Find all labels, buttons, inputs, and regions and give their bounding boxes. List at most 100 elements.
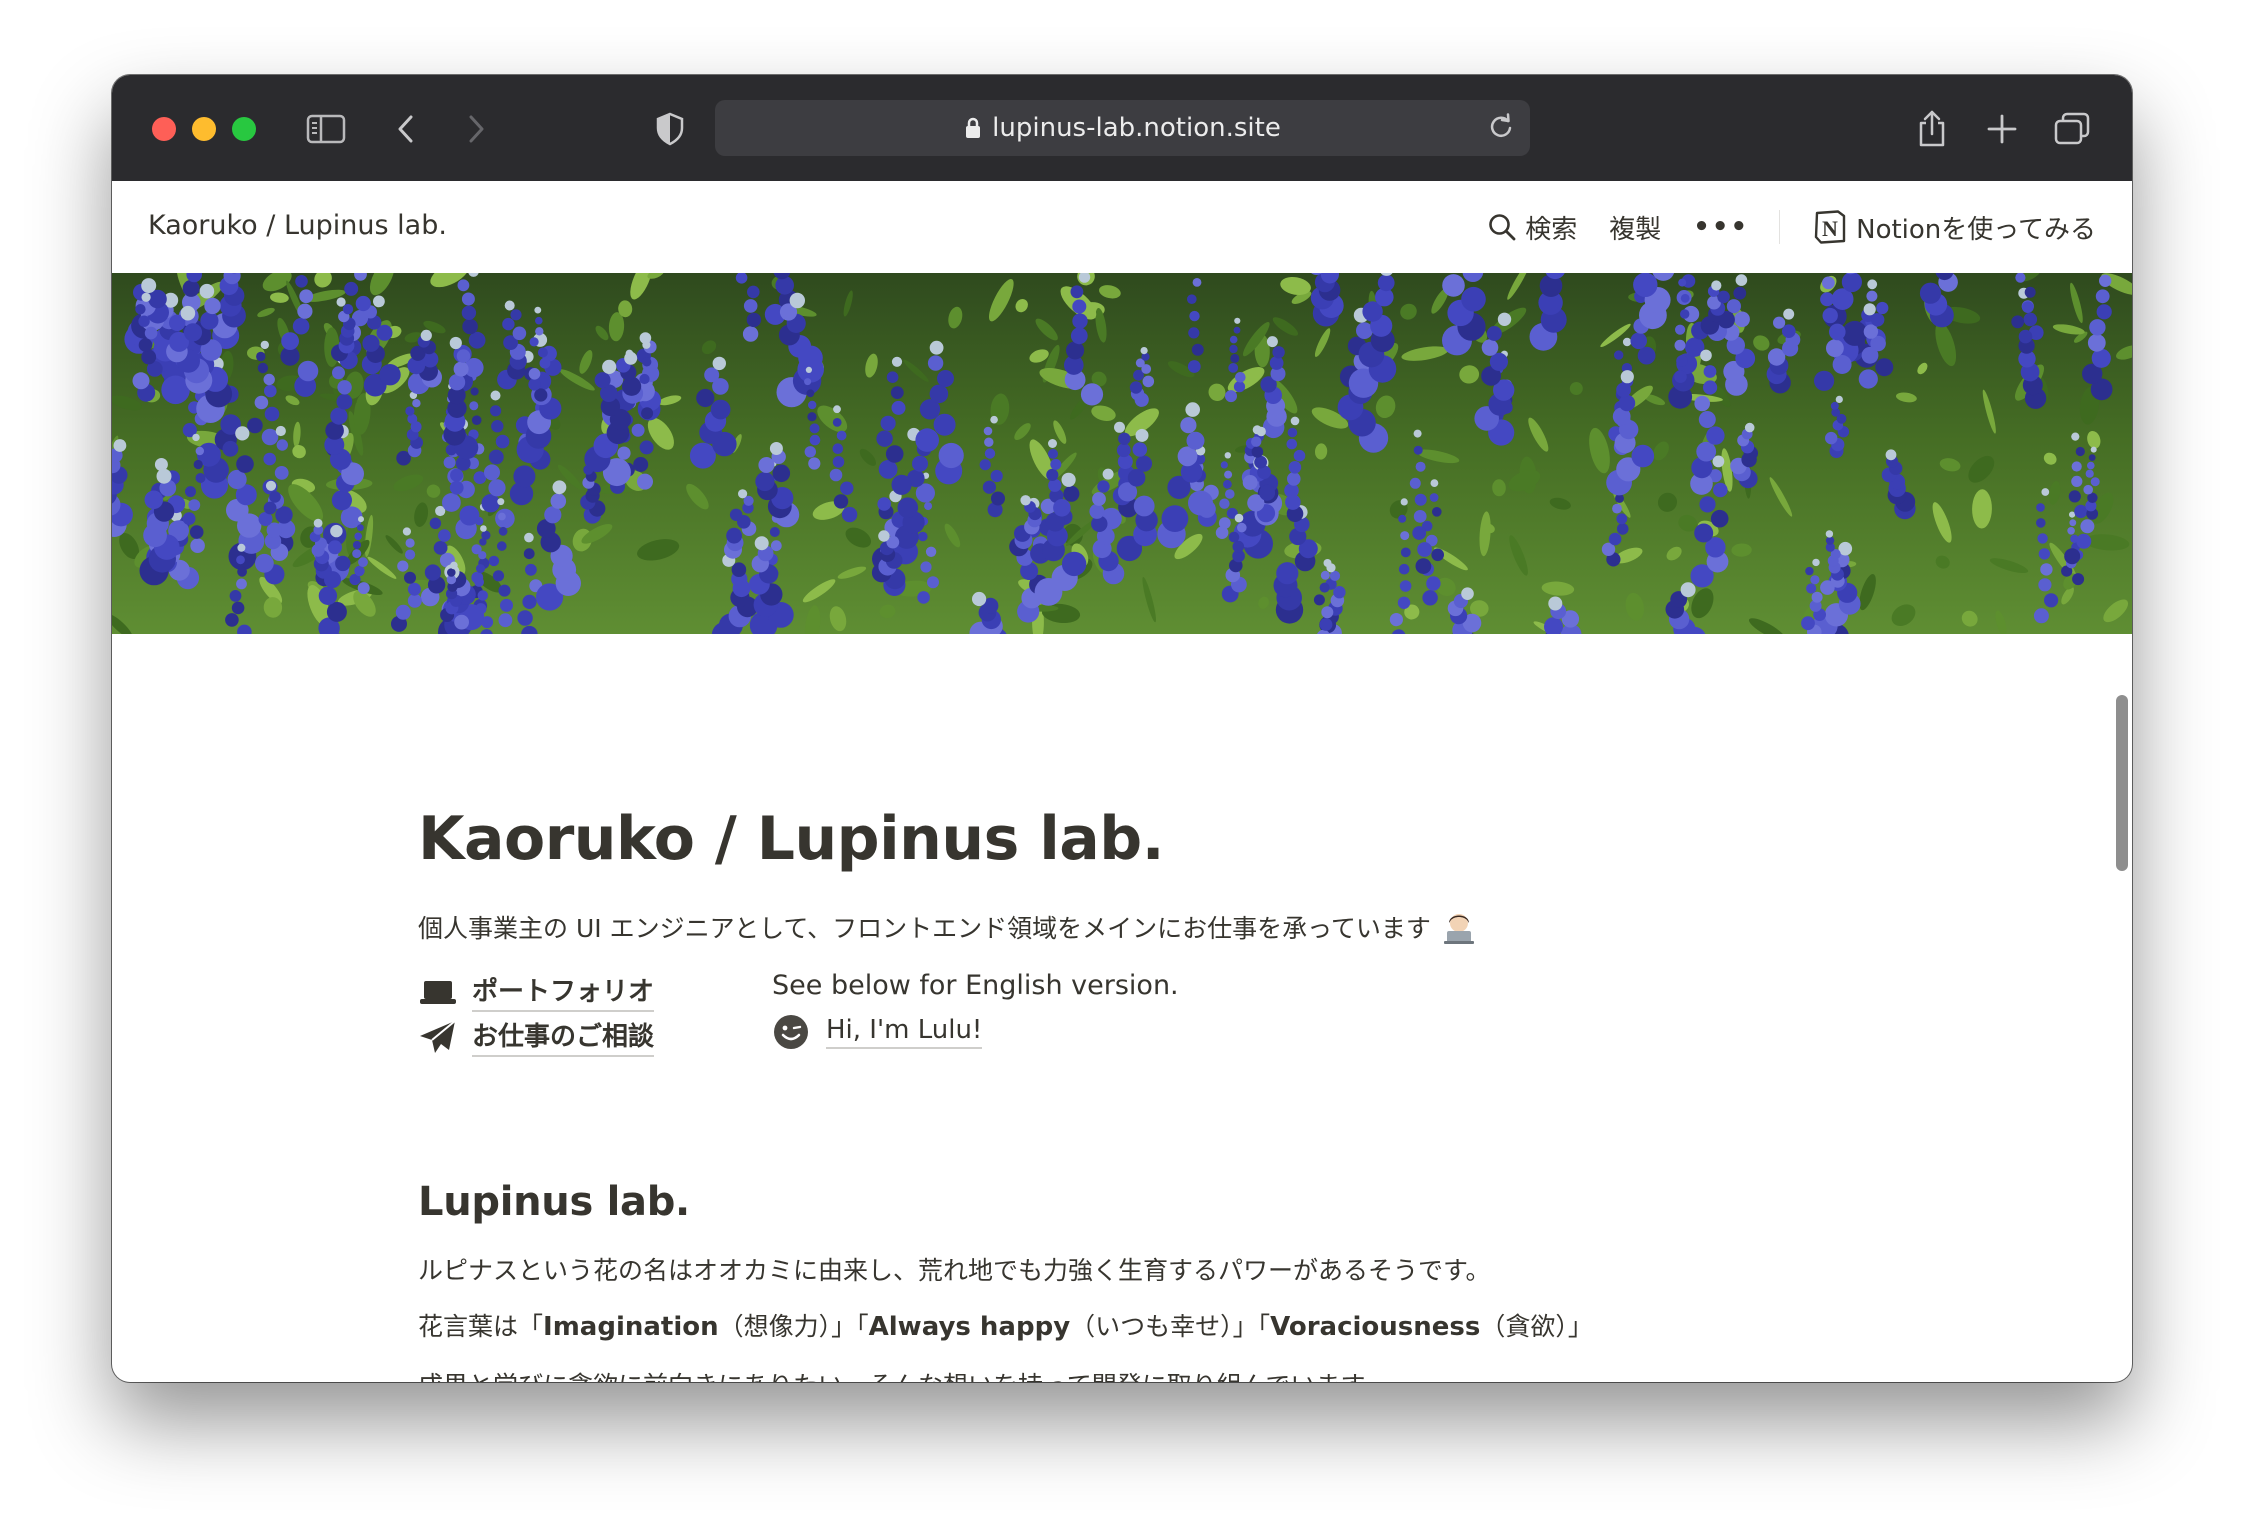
lupine-floret [1114,421,1125,433]
lupine-floret [332,366,345,380]
leaf-shape [1625,592,1645,621]
lupine-floret [984,448,996,459]
address-bar[interactable]: lupinus-lab.notion.site [715,100,1530,156]
lupine-floret [1413,510,1427,523]
lupine-floret [225,613,239,627]
page-scrollbar[interactable] [2116,695,2128,871]
privacy-shield-icon[interactable] [646,105,694,153]
tab-overview-icon[interactable] [2048,105,2096,153]
lupine-spike [443,336,479,460]
lupine-floret [237,624,252,634]
lupine-floret [2040,563,2053,576]
english-intro-link[interactable]: Hi, I'm Lulu! [772,1013,983,1051]
paragraph-flower-language: 花言葉は「Imagination（想像力）」「Always happy（いつも幸… [418,1307,1593,1343]
lupine-floret [498,584,511,597]
english-intro-link-label[interactable]: Hi, I'm Lulu! [826,1015,983,1049]
lupine-floret [641,407,654,420]
search-button[interactable]: 検索 [1487,209,1577,246]
back-icon[interactable] [382,105,430,153]
lupine-floret [1218,517,1231,529]
leaf-shape [112,613,133,634]
leaf-shape [2048,481,2061,505]
lupine-floret [222,440,239,457]
try-notion-button[interactable]: N Notionを使ってみる [1812,209,2096,246]
lupine-floret [1377,274,1395,292]
lupine-floret [504,300,515,311]
lupine-floret [642,340,651,349]
lupine-floret [890,386,904,399]
lupine-floret [1020,495,1031,506]
lupine-spike [1529,273,1567,351]
leaf-shape [804,605,821,634]
leaf-shape [293,421,301,448]
breadcrumb[interactable]: Kaoruko / Lupinus lab. [148,210,447,241]
duplicate-button[interactable]: 複製 [1609,209,1661,246]
lupine-floret [550,493,567,509]
lupine-spike [1129,347,1155,407]
lupine-floret [2069,519,2077,527]
lupine-floret [491,420,504,433]
lupine-floret [192,433,200,442]
lupine-floret [840,481,854,495]
reload-icon[interactable] [1486,112,1516,149]
lupine-floret [193,459,203,470]
lupine-floret [1783,308,1795,320]
lupine-floret [920,561,932,573]
portfolio-link-label[interactable]: ポートフォリオ [472,971,655,1012]
portfolio-link[interactable]: ポートフォリオ [418,971,655,1012]
lupine-floret [263,501,277,515]
lupine-floret [1409,477,1421,489]
paragraph-mission: 成果と学びに貪欲に前向きにありたい、そんな想いを持って開発に取り組んでいます。 [418,1366,1388,1382]
new-tab-icon[interactable] [1978,105,2026,153]
lupine-floret [1675,324,1686,335]
leaf-shape [1509,535,1528,576]
lupine-floret [502,317,515,331]
lupine-floret [490,405,502,417]
lupine-floret [407,593,422,608]
lupine-floret [1735,274,1748,286]
lupine-floret [2095,289,2110,304]
lupine-floret [878,460,898,479]
lupine-floret [876,430,893,447]
leaf-shape [802,579,836,603]
lupine-floret [2087,333,2106,352]
cover-image [112,273,2132,634]
lupine-floret [190,538,205,553]
forward-icon[interactable] [452,105,500,153]
work-inquiry-link-label[interactable]: お仕事のご相談 [472,1016,655,1057]
lupine-floret [594,372,611,389]
lupine-floret [326,601,347,622]
lupine-floret [1497,312,1512,326]
close-window-button[interactable] [152,117,176,141]
lupine-floret [156,468,172,484]
work-inquiry-link[interactable]: お仕事のご相談 [418,1016,655,1057]
leaf-shape [1492,479,1506,497]
zoom-window-button[interactable] [232,117,256,141]
leaf-shape [1961,610,1978,627]
leaf-shape [1401,346,1449,361]
minimize-window-button[interactable] [192,117,216,141]
leaf-shape [829,606,847,632]
lupine-floret [402,527,411,536]
lupine-floret [804,446,816,458]
lupine-floret [841,506,858,523]
lupine-floret [927,576,939,589]
lupine-floret [1323,559,1332,567]
lupine-floret [804,378,812,386]
lupine-spike [1187,278,1204,373]
lupine-floret [480,629,493,634]
sidebar-toggle-icon[interactable] [302,105,350,153]
leaf-shape [1035,318,1058,341]
lupine-floret [1063,485,1080,502]
share-icon[interactable] [1908,105,1956,153]
lupine-floret [1680,293,1690,303]
leaf-shape [595,325,609,341]
lupine-floret [479,538,487,546]
lupine-floret [1694,523,1714,543]
lupine-floret [354,565,365,577]
more-options-button[interactable]: ••• [1693,212,1749,242]
lupine-floret [1694,395,1710,412]
lupine-spike [396,391,423,466]
lupine-floret [1229,344,1238,354]
lupine-floret [397,560,409,572]
